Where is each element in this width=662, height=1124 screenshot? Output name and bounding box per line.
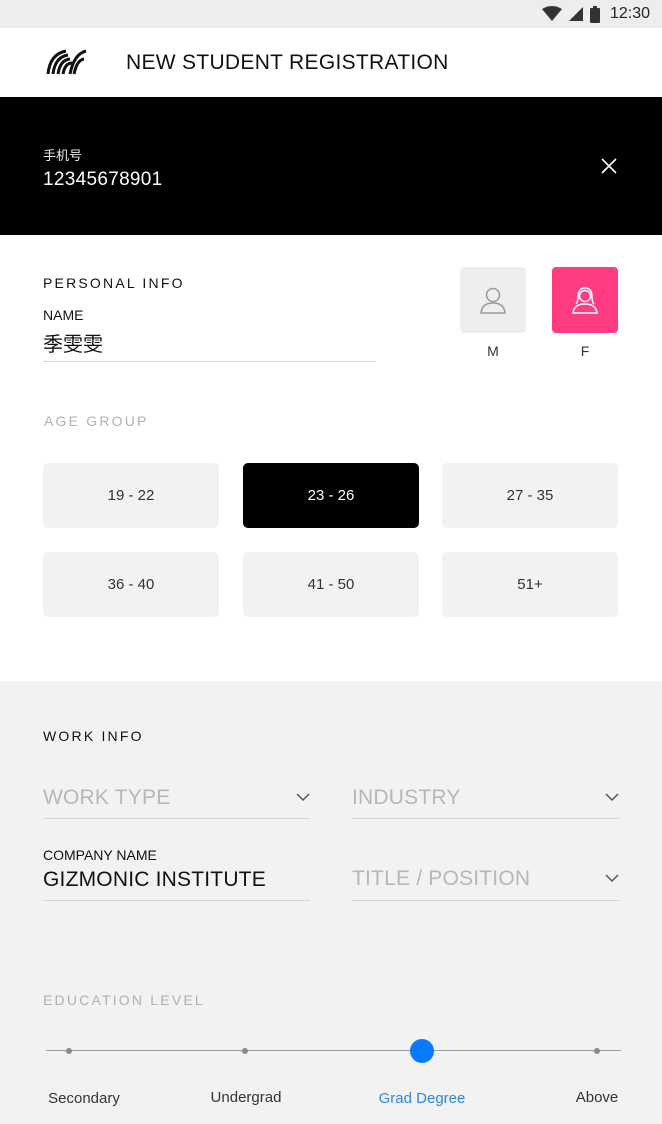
gender-female-button[interactable] xyxy=(552,267,618,333)
slider-thumb[interactable] xyxy=(410,1039,434,1063)
age-group-heading: AGE GROUP xyxy=(44,413,149,429)
age-option-51-plus[interactable]: 51+ xyxy=(442,552,618,617)
phone-label: 手机号 xyxy=(43,148,83,163)
company-name-input[interactable]: GIZMONIC INSTITUTE xyxy=(43,868,266,892)
gender-female-label: F xyxy=(580,343,590,359)
cell-signal-icon xyxy=(568,7,583,21)
title-position-underline xyxy=(352,900,619,901)
company-name-underline xyxy=(43,900,310,901)
gender-male-label: M xyxy=(487,343,499,359)
status-bar: 12:30 xyxy=(0,0,662,28)
company-name-label: COMPANY NAME xyxy=(43,847,157,863)
title-position-placeholder: TITLE / POSITION xyxy=(352,867,531,890)
education-label-above[interactable]: Above xyxy=(537,1089,657,1106)
status-icons: 12:30 xyxy=(541,4,650,24)
chevron-down-icon xyxy=(605,793,619,802)
close-icon[interactable] xyxy=(598,155,620,177)
education-label-grad-degree[interactable]: Grad Degree xyxy=(362,1090,482,1107)
industry-underline xyxy=(352,818,619,819)
phone-panel: 手机号 12345678901 xyxy=(0,97,662,235)
education-label-secondary[interactable]: Secondary xyxy=(24,1090,144,1107)
chevron-down-icon xyxy=(296,793,310,802)
name-label: NAME xyxy=(43,307,84,323)
work-info-heading: WORK INFO xyxy=(43,728,144,744)
slider-track xyxy=(46,1050,621,1051)
name-underline xyxy=(43,361,376,362)
app-bar: NEW STUDENT REGISTRATION xyxy=(0,28,662,98)
phone-value: 12345678901 xyxy=(43,169,163,190)
age-option-23-26[interactable]: 23 - 26 xyxy=(243,463,419,528)
page-title: NEW STUDENT REGISTRATION xyxy=(126,51,449,74)
ef-logo xyxy=(46,49,87,75)
personal-info-heading: PERSONAL INFO xyxy=(43,275,185,291)
wifi-icon xyxy=(541,6,562,21)
work-type-placeholder: WORK TYPE xyxy=(43,786,171,809)
age-option-36-40[interactable]: 36 - 40 xyxy=(43,552,219,617)
battery-icon xyxy=(589,5,600,23)
male-avatar-icon xyxy=(480,287,506,314)
work-info-panel xyxy=(0,681,662,1124)
industry-placeholder: INDUSTRY xyxy=(352,786,461,809)
age-option-19-22[interactable]: 19 - 22 xyxy=(43,463,219,528)
slider-stop-secondary[interactable] xyxy=(66,1048,72,1054)
work-type-underline xyxy=(43,818,310,819)
chevron-down-icon xyxy=(605,874,619,883)
slider-stop-undergrad[interactable] xyxy=(242,1048,248,1054)
status-time: 12:30 xyxy=(609,5,650,22)
education-level-heading: EDUCATION LEVEL xyxy=(43,992,205,1008)
slider-stop-above[interactable] xyxy=(594,1048,600,1054)
age-option-41-50[interactable]: 41 - 50 xyxy=(243,552,419,617)
education-label-undergrad[interactable]: Undergrad xyxy=(186,1089,306,1106)
name-input[interactable]: 季雯雯 xyxy=(43,328,103,357)
gender-male-button[interactable] xyxy=(460,267,526,333)
age-option-27-35[interactable]: 27 - 35 xyxy=(442,463,618,528)
female-avatar-icon xyxy=(572,287,598,314)
